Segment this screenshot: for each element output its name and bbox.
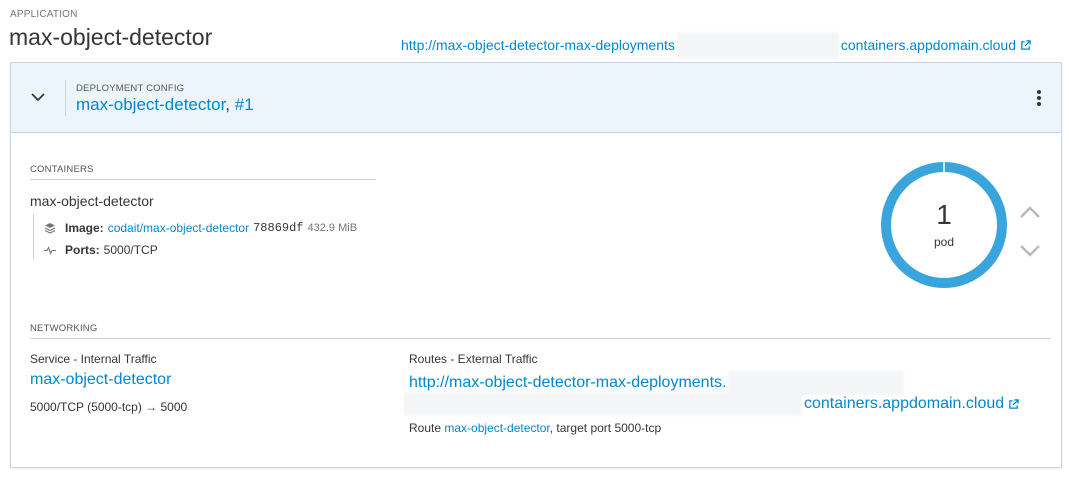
- ports-label: Ports:: [65, 243, 100, 257]
- deployment-config-label: DEPLOYMENT CONFIG: [76, 83, 185, 94]
- service-ports: 5000/TCP (5000-tcp) → 5000: [30, 400, 188, 414]
- application-route-link[interactable]: http://max-object-detector-max-deploymen…: [401, 32, 1031, 58]
- pod-label: pod: [934, 235, 954, 249]
- pod-count: 1: [936, 199, 952, 230]
- chevron-down-icon[interactable]: [29, 88, 47, 106]
- containers-label: CONTAINERS: [30, 164, 94, 175]
- chevron-down-icon[interactable]: [1019, 244, 1041, 258]
- ports-value: 5000/TCP: [103, 243, 158, 257]
- networking-label: NETWORKING: [30, 323, 98, 334]
- deployment-title: max-object-detector, #1: [76, 95, 254, 115]
- application-label: APPLICATION: [10, 9, 78, 20]
- application-name: max-object-detector: [9, 24, 213, 50]
- image-label: Image:: [65, 221, 104, 235]
- routes-heading: Routes - External Traffic: [409, 352, 538, 366]
- deployment-header: DEPLOYMENT CONFIG max-object-detector, #…: [11, 63, 1061, 133]
- route-meta: Route max-object-detector, target port 5…: [409, 421, 661, 435]
- tree-line: [33, 214, 34, 260]
- ports-row: Ports: 5000/TCP: [44, 243, 158, 257]
- route-name-link[interactable]: max-object-detector: [444, 421, 549, 435]
- layers-icon: [44, 223, 56, 234]
- pod-donut-chart: 1 pod: [881, 161, 1007, 288]
- route-target-text: , target port 5000-tcp: [549, 421, 662, 435]
- external-link-icon: [1021, 39, 1031, 50]
- image-hash: 78869df: [253, 221, 304, 235]
- container-name: max-object-detector: [30, 193, 154, 209]
- deployment-name-link[interactable]: max-object-detector: [76, 95, 225, 114]
- header-divider: [65, 80, 66, 116]
- application-url-suffix: containers.appdomain.cloud: [840, 37, 1017, 53]
- pulse-icon: [44, 246, 56, 255]
- containers-divider: [30, 179, 376, 180]
- redacted-region: [676, 32, 839, 58]
- application-url-prefix: http://max-object-detector-max-deploymen…: [401, 37, 675, 53]
- external-link-icon[interactable]: [1008, 398, 1019, 410]
- image-name-link[interactable]: codait/max-object-detector: [108, 221, 249, 235]
- deployment-revision-link[interactable]: #1: [235, 95, 254, 114]
- redacted-region: [404, 392, 802, 416]
- networking-divider: [30, 338, 1051, 339]
- chevron-up-icon[interactable]: [1019, 205, 1041, 219]
- route-url-line-2[interactable]: containers.appdomain.cloud: [404, 391, 1019, 417]
- deployment-separator: ,: [225, 95, 235, 114]
- route-prefix-text: Route: [409, 421, 445, 435]
- service-name-link[interactable]: max-object-detector: [30, 371, 171, 389]
- image-row: Image: codait/max-object-detector 78869d…: [44, 221, 357, 235]
- kebab-menu-icon[interactable]: [1035, 89, 1043, 107]
- deployment-card: DEPLOYMENT CONFIG max-object-detector, #…: [10, 62, 1062, 468]
- image-size: 432.9 MiB: [307, 222, 358, 234]
- service-heading: Service - Internal Traffic: [30, 352, 157, 366]
- route-url-suffix[interactable]: containers.appdomain.cloud: [804, 395, 1004, 413]
- route-url-prefix[interactable]: http://max-object-detector-max-deploymen…: [409, 374, 726, 392]
